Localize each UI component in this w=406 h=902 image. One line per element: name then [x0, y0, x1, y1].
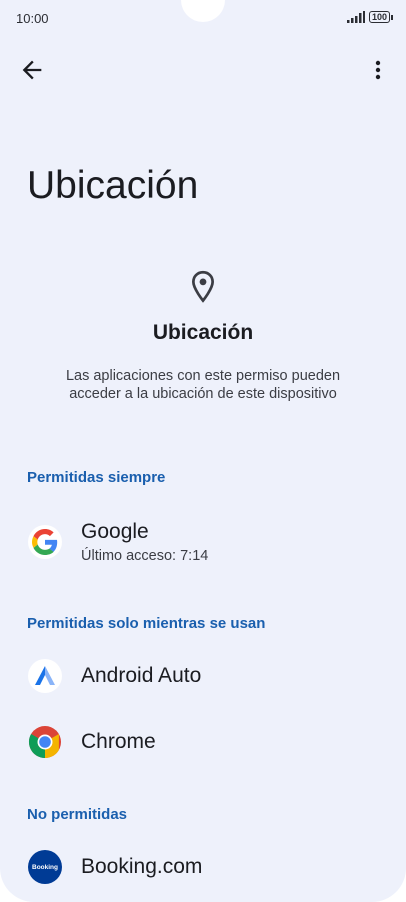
header-title: Ubicación — [152, 321, 254, 344]
more-vert-icon — [375, 60, 381, 80]
google-icon — [28, 525, 62, 559]
top-app-bar — [0, 50, 406, 90]
booking-icon: Booking — [28, 850, 62, 884]
page-title: Ubicación — [27, 164, 199, 207]
app-item-android-auto[interactable]: Android Auto — [28, 659, 406, 693]
app-name: Booking.com — [81, 855, 203, 878]
permission-header: Ubicación Las aplicaciones con este perm… — [0, 270, 406, 403]
battery-icon: 100 — [368, 11, 394, 23]
signal-icon — [346, 11, 365, 23]
app-text: Chrome — [81, 730, 156, 754]
arrow-back-icon — [22, 60, 42, 80]
app-item-booking[interactable]: Booking Booking.com — [28, 850, 406, 884]
app-last-access: Último acceso: 7:14 — [81, 548, 209, 564]
app-text: Android Auto — [81, 664, 201, 688]
section-label-while-in-use: Permitidas solo mientras se usan — [27, 615, 266, 632]
section-label-not-allowed: No permitidas — [27, 806, 128, 823]
status-time: 10:00 — [16, 11, 49, 26]
app-name: Android Auto — [81, 664, 202, 687]
app-item-chrome[interactable]: Chrome — [28, 725, 406, 759]
camera-notch — [181, 0, 225, 22]
location-pin-icon — [192, 270, 214, 303]
screen: 10:00 100 Ubicación Ubicación Las aplica… — [0, 0, 406, 902]
android-auto-icon — [28, 659, 62, 693]
status-bar: 10:00 100 — [0, 0, 406, 36]
back-button[interactable] — [18, 56, 46, 84]
section-label-always: Permitidas siempre — [27, 469, 166, 486]
app-name: Google — [81, 520, 149, 543]
status-icons: 100 — [346, 11, 394, 23]
header-description: Las aplicaciones con este permiso pueden… — [65, 368, 341, 402]
chrome-icon — [28, 725, 62, 759]
app-text: Booking.com — [81, 855, 202, 879]
more-options-button[interactable] — [364, 56, 392, 84]
app-item-google[interactable]: Google Último acceso: 7:14 — [28, 520, 406, 564]
app-name: Chrome — [81, 730, 156, 753]
app-text: Google Último acceso: 7:14 — [81, 520, 208, 564]
booking-logo-text: Booking — [32, 863, 58, 871]
